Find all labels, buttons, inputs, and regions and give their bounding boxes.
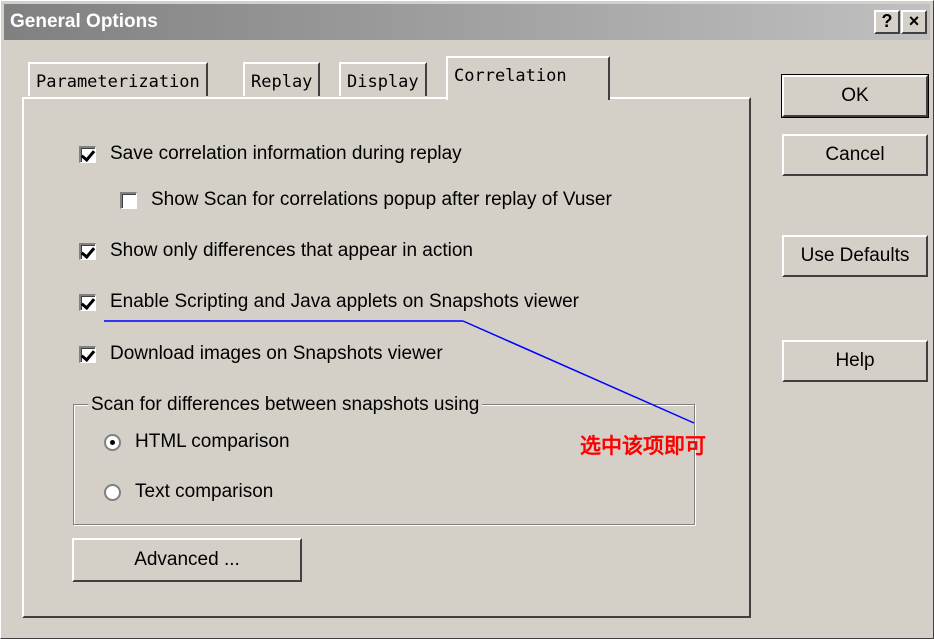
scan-differences-group-label: Scan for differences between snapshots u… (88, 394, 483, 416)
show-differences-option[interactable]: Show only differences that appear in act… (79, 240, 473, 262)
tab-parameterization[interactable]: Parameterization (28, 62, 208, 96)
help-button[interactable]: Help (782, 340, 928, 382)
download-images-option[interactable]: Download images on Snapshots viewer (79, 343, 443, 365)
show-differences-label: Show only differences that appear in act… (110, 240, 473, 261)
show-scan-popup-label: Show Scan for correlations popup after r… (151, 189, 612, 210)
cancel-button[interactable]: Cancel (782, 134, 928, 176)
advanced-button[interactable]: Advanced ... (72, 538, 302, 582)
enable-scripting-option[interactable]: Enable Scripting and Java applets on Sna… (79, 291, 579, 313)
close-button[interactable]: × (901, 10, 927, 34)
download-images-label: Download images on Snapshots viewer (110, 343, 443, 364)
tab-display[interactable]: Display (339, 62, 427, 96)
download-images-checkbox[interactable] (79, 345, 96, 363)
tab-correlation[interactable]: Correlation (446, 56, 610, 104)
annotation-text: 选中该项即可 (580, 434, 706, 458)
show-scan-popup-checkbox[interactable] (120, 191, 137, 209)
title-bar[interactable]: General Options ? × (4, 4, 930, 40)
save-correlation-option[interactable]: Save correlation information during repl… (79, 143, 462, 165)
text-comparison-radio[interactable] (104, 483, 121, 501)
help-title-button[interactable]: ? (874, 10, 900, 34)
show-differences-checkbox[interactable] (79, 242, 96, 260)
save-correlation-label: Save correlation information during repl… (110, 143, 462, 164)
text-comparison-option[interactable]: Text comparison (104, 481, 273, 503)
html-comparison-radio[interactable] (104, 433, 121, 451)
text-comparison-label: Text comparison (135, 481, 274, 502)
ok-button[interactable]: OK (781, 74, 929, 118)
html-comparison-option[interactable]: HTML comparison (104, 431, 290, 453)
save-correlation-checkbox[interactable] (79, 145, 96, 163)
use-defaults-button[interactable]: Use Defaults (782, 235, 928, 277)
enable-scripting-label: Enable Scripting and Java applets on Sna… (110, 291, 579, 312)
show-scan-popup-option[interactable]: Show Scan for correlations popup after r… (120, 189, 612, 211)
enable-scripting-checkbox[interactable] (79, 293, 96, 311)
tab-replay[interactable]: Replay (243, 62, 321, 96)
html-comparison-label: HTML comparison (135, 431, 290, 452)
window-title: General Options (10, 11, 158, 32)
